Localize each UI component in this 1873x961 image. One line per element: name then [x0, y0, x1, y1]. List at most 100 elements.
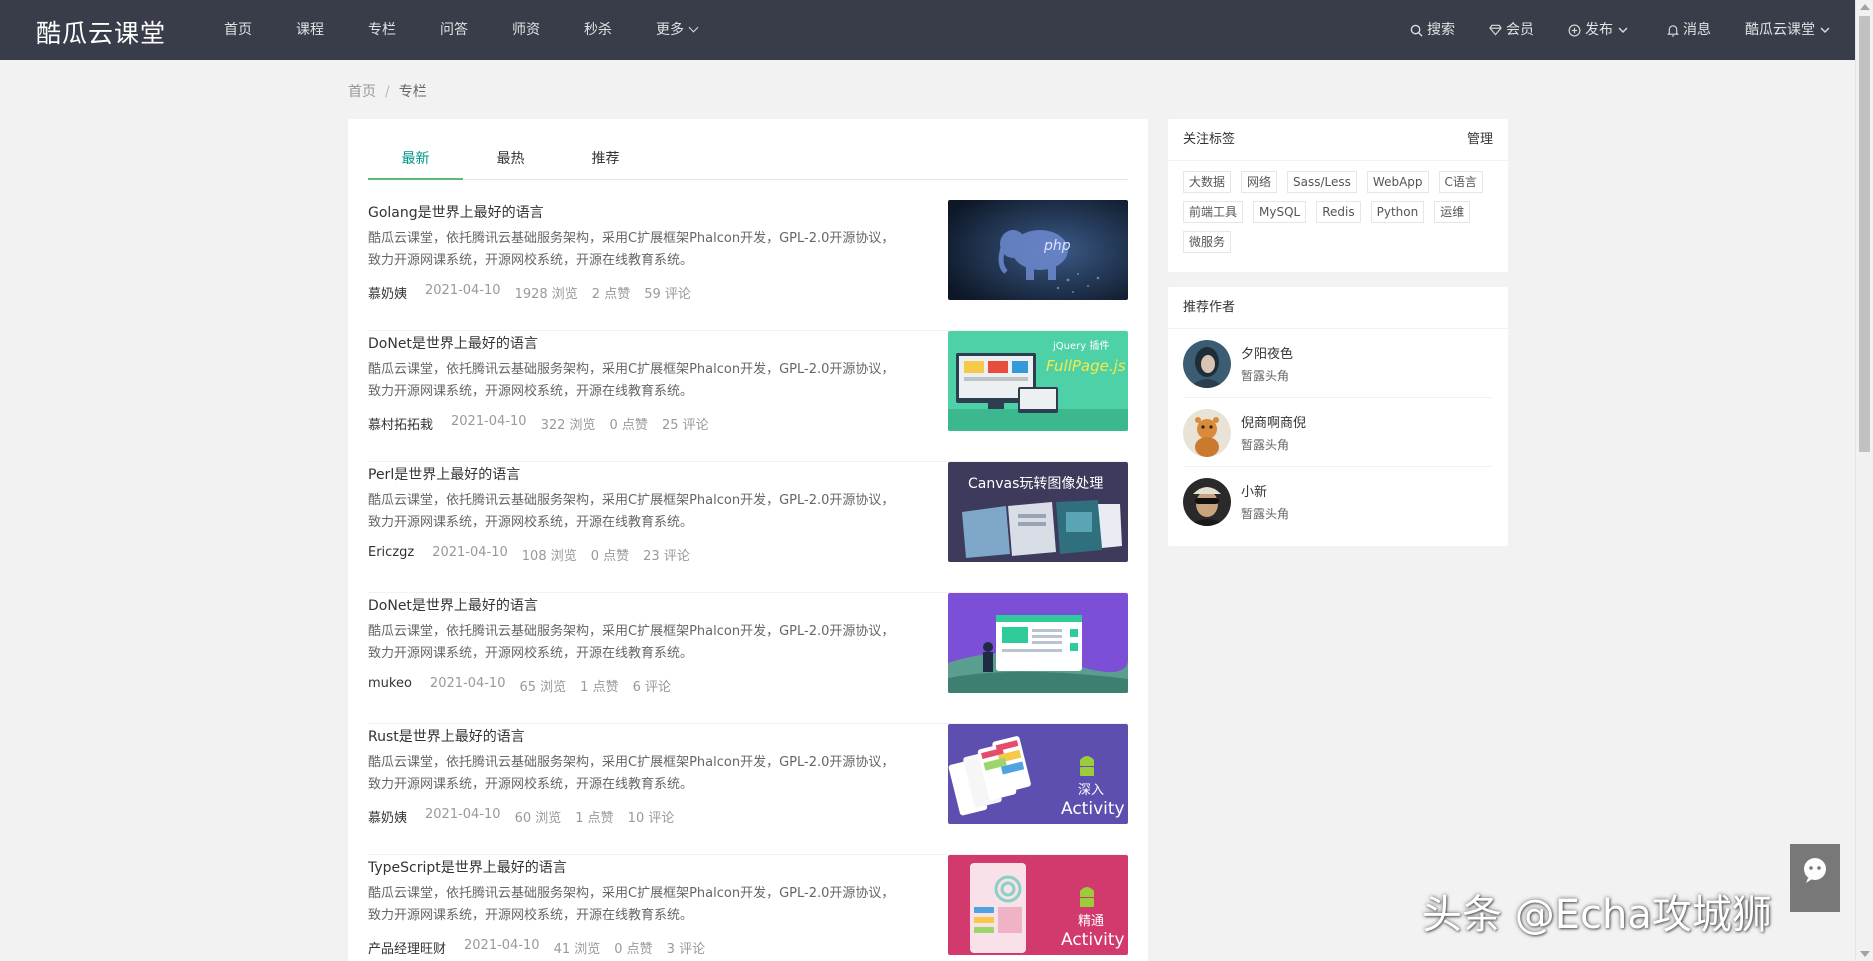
article-cover-image[interactable]: 精通 Activity — [948, 855, 1128, 955]
tag-item[interactable]: Sass/Less — [1287, 171, 1357, 193]
tag-item[interactable]: Redis — [1316, 201, 1361, 223]
article-author[interactable]: 产品经理旺财 — [368, 938, 446, 957]
tab-recommended[interactable]: 推荐 — [558, 139, 653, 179]
article-summary-line: 酷瓜云课堂，依托腾讯云基础服务架构，采用C扩展框架Phalcon开发，GPL-2… — [368, 362, 895, 377]
article-item: DoNet是世界上最好的语言 酷瓜云课堂，依托腾讯云基础服务架构，采用C扩展框架… — [368, 593, 1128, 724]
user-menu[interactable]: 酷瓜云课堂 — [1745, 0, 1835, 60]
author-name[interactable]: 小新 — [1241, 481, 1267, 500]
author-name[interactable]: 夕阳夜色 — [1241, 343, 1293, 362]
tag-item[interactable]: 运维 — [1434, 201, 1471, 223]
article-title[interactable]: Golang是世界上最好的语言 — [368, 202, 544, 222]
article-title[interactable]: Perl是世界上最好的语言 — [368, 464, 520, 484]
article-likes: 0 点赞 — [609, 418, 648, 433]
article-author[interactable]: Ericzgz — [368, 545, 414, 564]
nav-item-columns[interactable]: 专栏 — [368, 0, 396, 60]
user-name: 酷瓜云课堂 — [1745, 22, 1815, 38]
article-title[interactable]: DoNet是世界上最好的语言 — [368, 333, 538, 353]
article-cover-image[interactable]: jQuery 插件 FullPage.js — [948, 331, 1128, 431]
article-title[interactable]: DoNet是世界上最好的语言 — [368, 595, 538, 615]
article-cover-image[interactable]: Canvas玩转图像处理 — [948, 462, 1128, 562]
avatar[interactable] — [1183, 340, 1231, 388]
author-item: 小新 暂露头角 — [1183, 467, 1493, 536]
article-date: 2021-04-10 — [429, 676, 506, 691]
scroll-down-arrow-icon[interactable] — [1860, 951, 1870, 957]
scrollbar-thumb[interactable] — [1859, 16, 1870, 452]
article-title[interactable]: Rust是世界上最好的语言 — [368, 726, 525, 746]
publish-button[interactable]: 发布 — [1568, 0, 1633, 60]
article-summary-line: 酷瓜云课堂，依托腾讯云基础服务架构，采用C扩展框架Phalcon开发，GPL-2… — [368, 493, 895, 508]
article-date: 2021-04-10 — [432, 545, 508, 560]
avatar[interactable] — [1183, 409, 1231, 457]
tab-latest[interactable]: 最新 — [368, 139, 463, 180]
article-views: 60 浏览 — [514, 811, 562, 826]
article-likes: 0 点赞 — [614, 942, 653, 957]
article-summary-line: 酷瓜云课堂，依托腾讯云基础服务架构，采用C扩展框架Phalcon开发，GPL-2… — [368, 624, 895, 639]
nav-item-home[interactable]: 首页 — [224, 0, 252, 60]
tag-item[interactable]: 前端工具 — [1183, 201, 1244, 223]
cover-text: php — [1043, 238, 1071, 254]
vertical-scrollbar[interactable] — [1855, 0, 1873, 961]
article-comments: 25 评论 — [661, 418, 709, 433]
tag-list: 大数据 网络 Sass/Less WebApp C语言 前端工具 MySQL R… — [1168, 161, 1508, 261]
customer-service-button[interactable] — [1790, 844, 1840, 912]
site-logo[interactable]: 酷瓜云课堂 — [36, 14, 166, 50]
nav-item-more[interactable]: 更多 — [656, 0, 699, 60]
watermark-text: 头条 @Echa攻城狮 — [1422, 892, 1772, 938]
tag-item[interactable]: C语言 — [1438, 171, 1483, 193]
article-cover-image[interactable]: 深入 Activity — [948, 724, 1128, 824]
article-likes: 0 点赞 — [590, 549, 630, 564]
article-list-panel: 最新 最热 推荐 Golang是世界上最好的语言 酷瓜云课堂，依托腾讯云基础服务… — [348, 119, 1148, 961]
article-views: 1928 浏览 — [514, 287, 578, 302]
manage-tags-link[interactable]: 管理 — [1467, 119, 1493, 161]
chevron-down-icon — [1820, 27, 1830, 33]
article-meta: 慕奶姨 2021-04-10 60 浏览 1 点赞 10 评论 — [368, 807, 688, 826]
diamond-icon — [1489, 24, 1502, 36]
tag-item[interactable]: 网络 — [1241, 171, 1278, 193]
article-summary-line: 致力开源网课系统，开源网校系统，开源在线教育系统。 — [368, 777, 694, 792]
article-summary-line: 致力开源网课系统，开源网校系统，开源在线教育系统。 — [368, 253, 694, 268]
recommended-authors-card: 推荐作者 夕阳夜色 暂露头角 倪商啊商倪 暂露头角 小新 暂露头角 — [1168, 287, 1508, 546]
cover-text: jQuery 插件 — [1052, 339, 1109, 352]
cover-text-secondary: Activity — [1061, 799, 1125, 819]
nav-item-flash-sale[interactable]: 秒杀 — [584, 0, 612, 60]
article-item: DoNet是世界上最好的语言 酷瓜云课堂，依托腾讯云基础服务架构，采用C扩展框架… — [368, 331, 1128, 462]
article-author[interactable]: 慕村拓拓栽 — [368, 414, 433, 433]
article-author[interactable]: 慕奶姨 — [368, 283, 407, 302]
article-summary-line: 致力开源网课系统，开源网校系统，开源在线教育系统。 — [368, 646, 694, 661]
avatar[interactable] — [1183, 478, 1231, 526]
tag-item[interactable]: WebApp — [1366, 171, 1429, 193]
author-level: 暂露头角 — [1241, 369, 1290, 383]
article-comments: 3 评论 — [666, 942, 706, 957]
tag-item[interactable]: MySQL — [1253, 201, 1307, 223]
tag-item[interactable]: 微服务 — [1183, 231, 1232, 253]
breadcrumb-home[interactable]: 首页 — [348, 84, 376, 100]
article-comments: 10 评论 — [627, 811, 675, 826]
nav-item-courses[interactable]: 课程 — [296, 0, 324, 60]
article-likes: 2 点赞 — [591, 287, 631, 302]
cover-text: Canvas玩转图像处理 — [968, 476, 1103, 492]
card-header: 推荐作者 — [1168, 287, 1508, 329]
article-author[interactable]: 慕奶姨 — [368, 807, 407, 826]
chevron-down-icon — [688, 22, 699, 33]
article-comments: 59 评论 — [644, 287, 691, 302]
article-author[interactable]: mukeo — [368, 676, 412, 695]
article-meta: 慕村拓拓栽 2021-04-10 322 浏览 0 点赞 25 评论 — [368, 414, 723, 433]
article-summary: 酷瓜云课堂，依托腾讯云基础服务架构，采用C扩展框架Phalcon开发，GPL-2… — [368, 621, 928, 665]
tag-item[interactable]: Python — [1370, 201, 1425, 223]
article-cover-image[interactable] — [948, 593, 1128, 693]
vip-button[interactable]: 会员 — [1489, 0, 1534, 60]
tag-item[interactable]: 大数据 — [1183, 171, 1232, 193]
search-button[interactable]: 搜索 — [1410, 0, 1455, 60]
article-title[interactable]: TypeScript是世界上最好的语言 — [368, 857, 567, 877]
message-label: 消息 — [1683, 22, 1711, 38]
message-button[interactable]: 消息 — [1667, 0, 1711, 60]
cover-text: 深入 — [1078, 783, 1104, 798]
author-name[interactable]: 倪商啊商倪 — [1241, 412, 1306, 431]
scroll-up-arrow-icon[interactable] — [1860, 4, 1870, 10]
nav-item-qa[interactable]: 问答 — [440, 0, 468, 60]
nav-item-teachers[interactable]: 师资 — [512, 0, 540, 60]
tab-hottest[interactable]: 最热 — [463, 139, 558, 179]
article-cover-image[interactable]: php — [948, 200, 1128, 300]
sort-tabs: 最新 最热 推荐 — [368, 139, 1128, 180]
cover-text: 精通 — [1078, 914, 1104, 929]
